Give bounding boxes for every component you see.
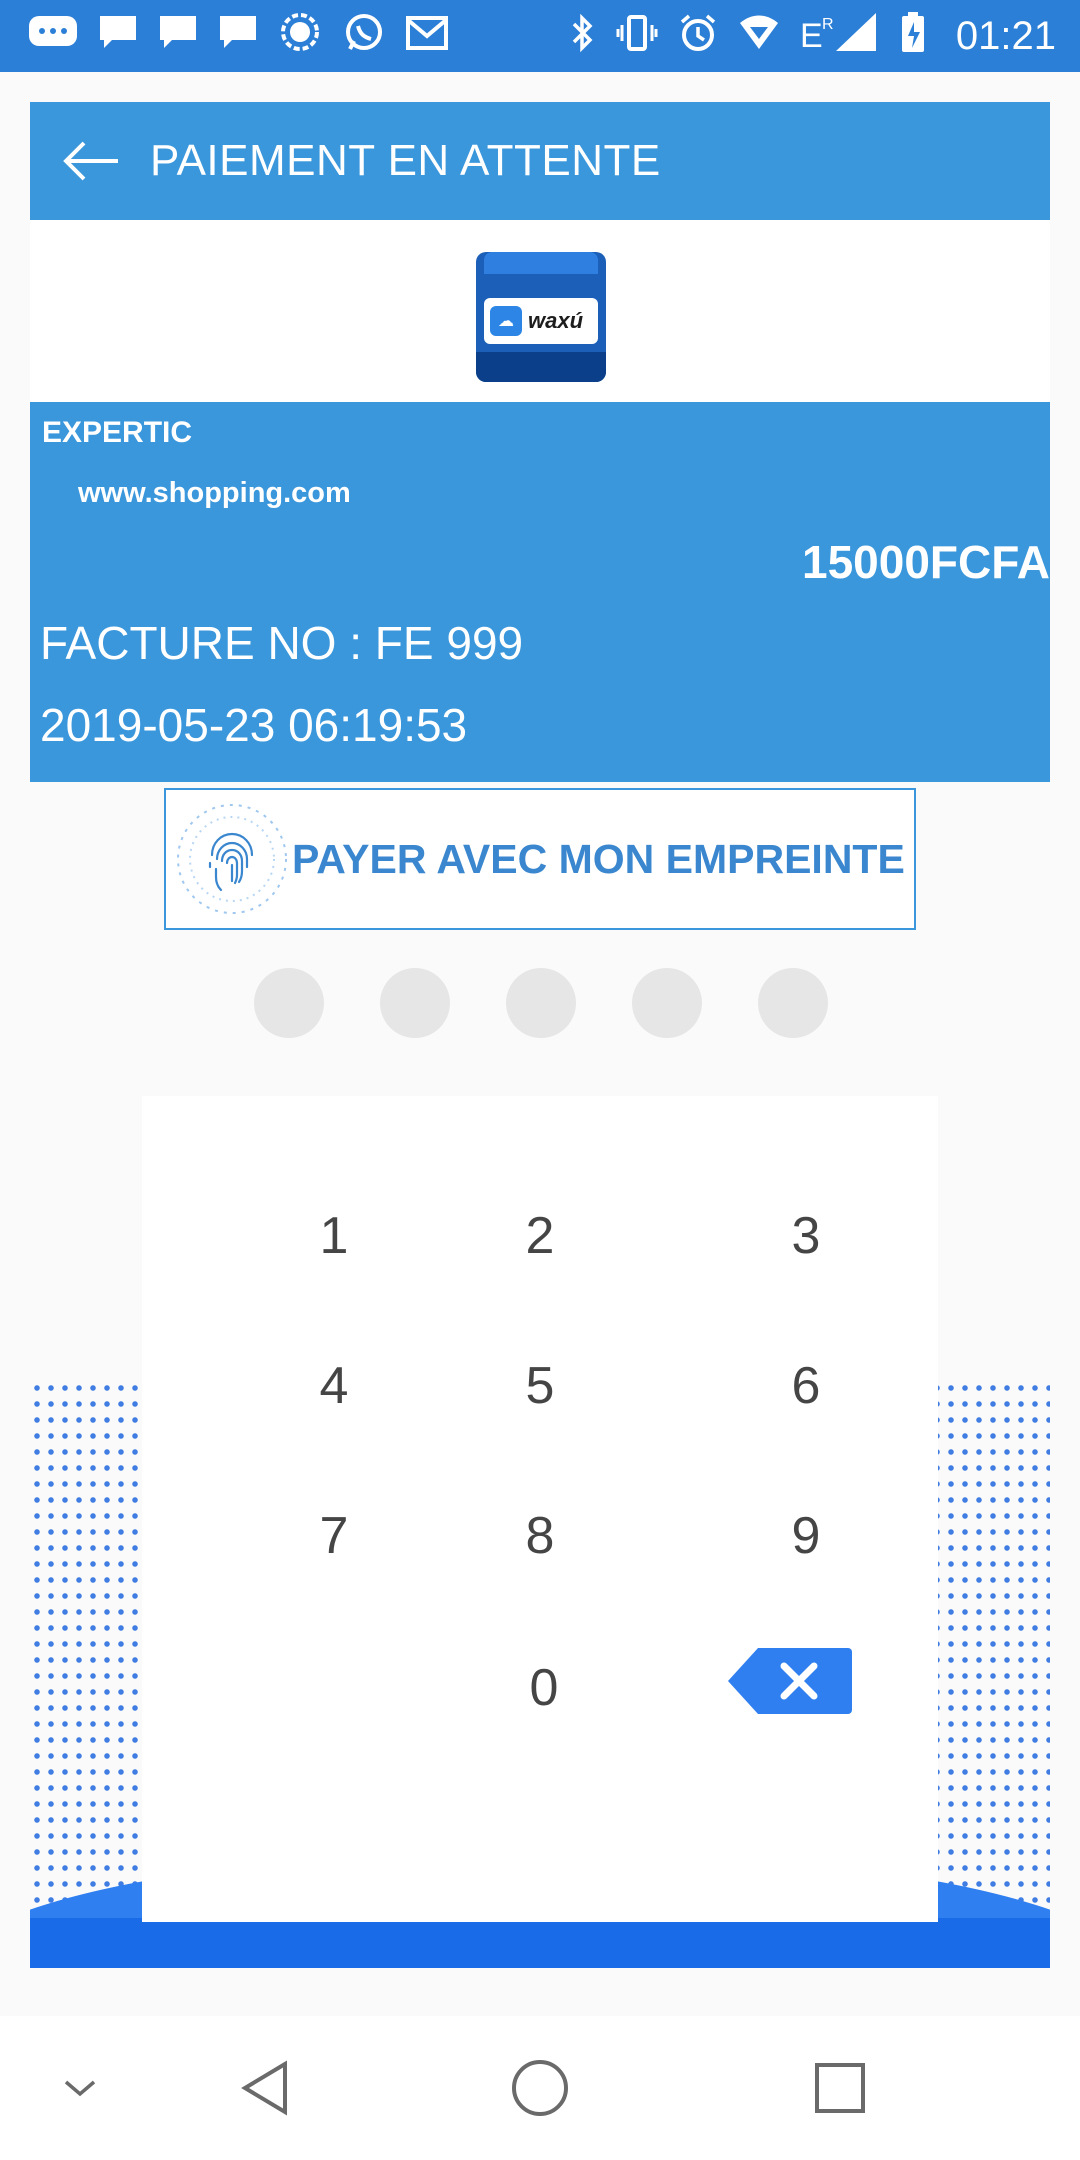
pin-dot	[254, 968, 324, 1038]
key-1[interactable]: 1	[254, 1186, 414, 1286]
pay-with-fingerprint-label: PAYER AVEC MON EMPREINTE	[292, 835, 905, 882]
merchant-logo-area: ☁ waxú	[30, 220, 1050, 402]
page-title: PAIEMENT EN ATTENTE	[150, 136, 661, 185]
merchant-website: www.shopping.com	[78, 477, 351, 509]
alarm-icon	[678, 13, 718, 59]
system-icons: ER 01:21	[570, 12, 1056, 60]
messenger-icon	[28, 14, 78, 58]
wallet-icon: ☁	[490, 306, 522, 336]
cell-signal-icon: ER	[800, 13, 880, 59]
whatsapp-icon	[342, 13, 386, 59]
svg-text:E: E	[800, 17, 823, 53]
home-circle-icon[interactable]	[485, 2016, 595, 2160]
pin-dot	[632, 968, 702, 1038]
pay-with-fingerprint-button[interactable]: PAYER AVEC MON EMPREINTE	[164, 788, 916, 930]
vibrate-icon	[616, 13, 658, 59]
key-7[interactable]: 7	[254, 1486, 414, 1586]
pin-dot	[758, 968, 828, 1038]
message-icon	[98, 14, 138, 58]
waxu-logo: ☁ waxú	[476, 252, 606, 382]
key-5[interactable]: 5	[460, 1336, 620, 1436]
numeric-keypad: 1 2 3 4 5 6 7 8 9 0	[142, 1096, 938, 1922]
status-bar: ER 01:21	[0, 0, 1080, 72]
pin-indicator	[254, 968, 828, 1038]
invoice-number: FACTURE NO : FE 999	[40, 617, 524, 669]
clock: 01:21	[955, 13, 1056, 58]
arrow-left-icon[interactable]	[30, 102, 150, 220]
bluetooth-icon	[570, 13, 596, 59]
key-6[interactable]: 6	[726, 1336, 886, 1436]
dot-pattern-right	[930, 1380, 1050, 1940]
system-navigation-bar	[0, 2016, 1080, 2160]
backspace-icon[interactable]	[728, 1648, 858, 1714]
key-8[interactable]: 8	[460, 1486, 620, 1586]
message-icon	[158, 14, 198, 58]
app-toolbar: PAIEMENT EN ATTENTE	[30, 102, 1050, 220]
blue-band	[30, 1918, 1050, 1968]
pin-dot	[380, 968, 450, 1038]
notification-icons	[28, 13, 448, 59]
key-2[interactable]: 2	[460, 1186, 620, 1286]
svg-text:R: R	[822, 16, 834, 33]
invoice-datetime: 2019-05-23 06:19:53	[40, 699, 468, 751]
payment-amount: 15000FCFA	[801, 536, 1050, 588]
signal-icon	[278, 13, 322, 59]
recents-square-icon[interactable]	[785, 2016, 895, 2160]
merchant-name: EXPERTIC	[42, 416, 193, 449]
fingerprint-icon	[172, 799, 292, 919]
key-0[interactable]: 0	[464, 1638, 624, 1738]
dot-pattern-left	[30, 1380, 150, 1940]
logo-text: waxú	[528, 308, 584, 333]
invoice-panel: EXPERTIC www.shopping.com 15000FCFA FACT…	[30, 402, 1050, 782]
gmail-icon	[406, 15, 448, 57]
key-4[interactable]: 4	[254, 1336, 414, 1436]
message-icon	[218, 14, 258, 58]
chevron-down-icon[interactable]	[40, 2016, 120, 2160]
key-3[interactable]: 3	[726, 1186, 886, 1286]
wifi-icon	[738, 15, 780, 57]
pin-dot	[506, 968, 576, 1038]
key-9[interactable]: 9	[726, 1486, 886, 1586]
battery-icon	[900, 12, 926, 60]
back-triangle-icon[interactable]	[210, 2016, 320, 2160]
